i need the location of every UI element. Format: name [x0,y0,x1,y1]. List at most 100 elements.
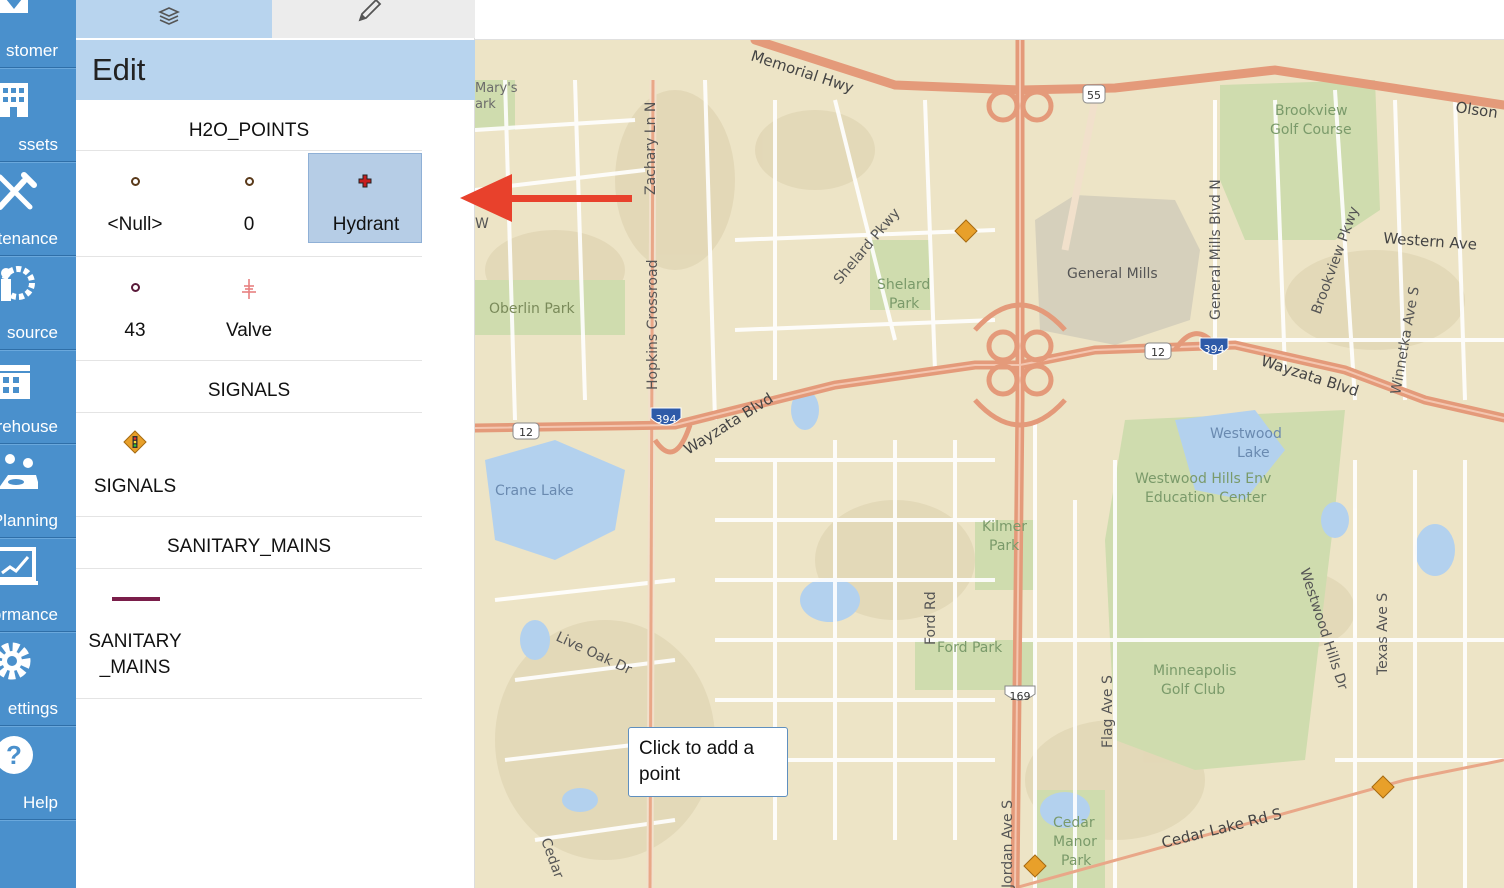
nav-performance[interactable]: ormance [0,538,76,632]
resource-gear-person-icon [1,266,35,301]
divider [76,360,422,361]
svg-text:Westwood Hills Env: Westwood Hills Env [1135,471,1271,487]
svg-text:12: 12 [1151,346,1165,359]
svg-text:General Mills Blvd N: General Mills Blvd N [1208,179,1224,320]
template-label: 43 [124,320,146,341]
template-label: Hydrant [332,214,400,235]
template-label: <Null> [107,214,163,235]
point-symbol-icon [131,177,140,186]
nav-assets-label: ssets [18,135,58,154]
divider [76,698,422,699]
svg-text:Park: Park [1061,853,1092,869]
svg-text:Kilmer: Kilmer [982,519,1027,535]
divider [76,568,422,569]
warehouse-icon [0,365,30,399]
divider [76,412,422,413]
svg-text:Park: Park [989,538,1020,554]
template-label: Valve [225,320,273,341]
layers-icon [158,7,180,25]
edit-header: Edit [76,40,475,100]
map-tooltip: Click to add a point [628,727,788,797]
nav-help-label: Help [23,793,58,812]
template-label: SANITARY _MAINS [88,631,182,678]
valve-icon [242,279,256,299]
svg-text:Golf Course: Golf Course [1270,122,1352,138]
svg-text:Education Center: Education Center [1145,490,1267,506]
svg-text:Park: Park [889,296,920,312]
svg-text:Western Ave: Western Ave [1383,229,1478,253]
svg-text:?: ? [6,740,22,770]
nav-resource[interactable]: source [0,256,76,350]
nav-warehouse[interactable]: rehouse [0,350,76,444]
svg-text:Westwood: Westwood [1210,426,1282,442]
svg-text:169: 169 [1010,690,1031,703]
nav-customer-label: stomer [6,41,58,60]
template-zero[interactable]: 0 [192,153,306,243]
assets-building-icon [0,83,28,117]
svg-text:Jordan Ave S: Jordan Ave S [1000,800,1016,888]
template-sanitary-mains[interactable]: SANITARY _MAINS [78,580,192,690]
svg-text:Cedar: Cedar [1053,815,1095,831]
annotation-arrow-icon [460,174,632,222]
template-43[interactable]: 43 [78,259,192,349]
svg-text:Golf Club: Golf Club [1161,682,1225,698]
svg-text:Manor: Manor [1053,834,1097,850]
template-valve[interactable]: Valve [192,259,306,349]
map-toolbar [475,0,1504,40]
nav-resource-label: source [6,323,58,342]
template-label: 0 [243,214,255,235]
layer-title-sanitary-mains: SANITARY_MAINS [166,536,331,557]
svg-text:55: 55 [1087,89,1101,102]
svg-text:Hopkins Crossroad: Hopkins Crossroad [645,260,661,390]
svg-text:Crane Lake: Crane Lake [495,483,574,499]
divider [76,150,422,151]
main-navigation: stomer ssets ntenance source rehouse Pla… [0,0,76,888]
point-symbol-icon [131,283,140,292]
edit-panel: Edit H2O_POINTS <Null> 0 Hydrant 43 Valv… [76,0,475,888]
tab-layers[interactable] [76,0,272,38]
nav-planning-label: Planning [0,511,58,530]
traffic-signal-icon [123,430,147,454]
planning-icon [0,454,38,489]
nav-help[interactable]: ? Help [0,726,76,820]
pencil-icon [358,0,382,22]
maintenance-tools-icon [0,172,37,210]
svg-text:Oberlin Park: Oberlin Park [489,301,576,317]
svg-text:Mary's: Mary's [475,81,518,96]
svg-text:12: 12 [519,426,533,439]
performance-chart-icon [0,547,38,585]
divider [76,516,422,517]
nav-warehouse-label: rehouse [0,417,58,436]
nav-assets[interactable]: ssets [0,68,76,162]
nav-customer[interactable]: stomer [0,0,76,68]
nav-maintenance-label: ntenance [0,229,58,248]
nav-empty-slot [0,820,76,888]
point-symbol-icon [245,177,254,186]
svg-text:Flag Ave S: Flag Ave S [1100,675,1116,748]
svg-text:Zachary Ln N: Zachary Ln N [643,102,659,195]
nav-settings-label: ettings [7,699,58,718]
svg-text:394: 394 [656,413,677,426]
svg-text:Brookview: Brookview [1275,103,1348,119]
settings-gear-icon [0,642,31,680]
svg-text:Lake: Lake [1237,445,1270,461]
template-signals[interactable]: SIGNALS [78,420,192,510]
template-label: SIGNALS [93,476,177,497]
hydrant-icon [358,174,372,188]
template-null[interactable]: <Null> [78,153,192,243]
layer-title-h2o-points: H2O_POINTS [188,120,310,141]
page-title: Edit [92,52,146,87]
tab-edit[interactable] [272,0,475,38]
svg-text:General Mills: General Mills [1067,266,1158,282]
nav-maintenance[interactable]: ntenance [0,162,76,256]
svg-text:Ford Park: Ford Park [937,640,1003,656]
template-hydrant[interactable]: Hydrant [308,153,422,243]
nav-planning[interactable]: Planning [0,444,76,538]
svg-text:Texas Ave S: Texas Ave S [1375,593,1391,676]
nav-settings[interactable]: ettings [0,632,76,726]
nav-performance-label: ormance [0,605,58,624]
svg-text:ark: ark [475,97,496,112]
line-symbol-icon [112,597,160,601]
help-question-icon: ? [0,736,33,774]
svg-text:Minneapolis: Minneapolis [1153,663,1236,679]
